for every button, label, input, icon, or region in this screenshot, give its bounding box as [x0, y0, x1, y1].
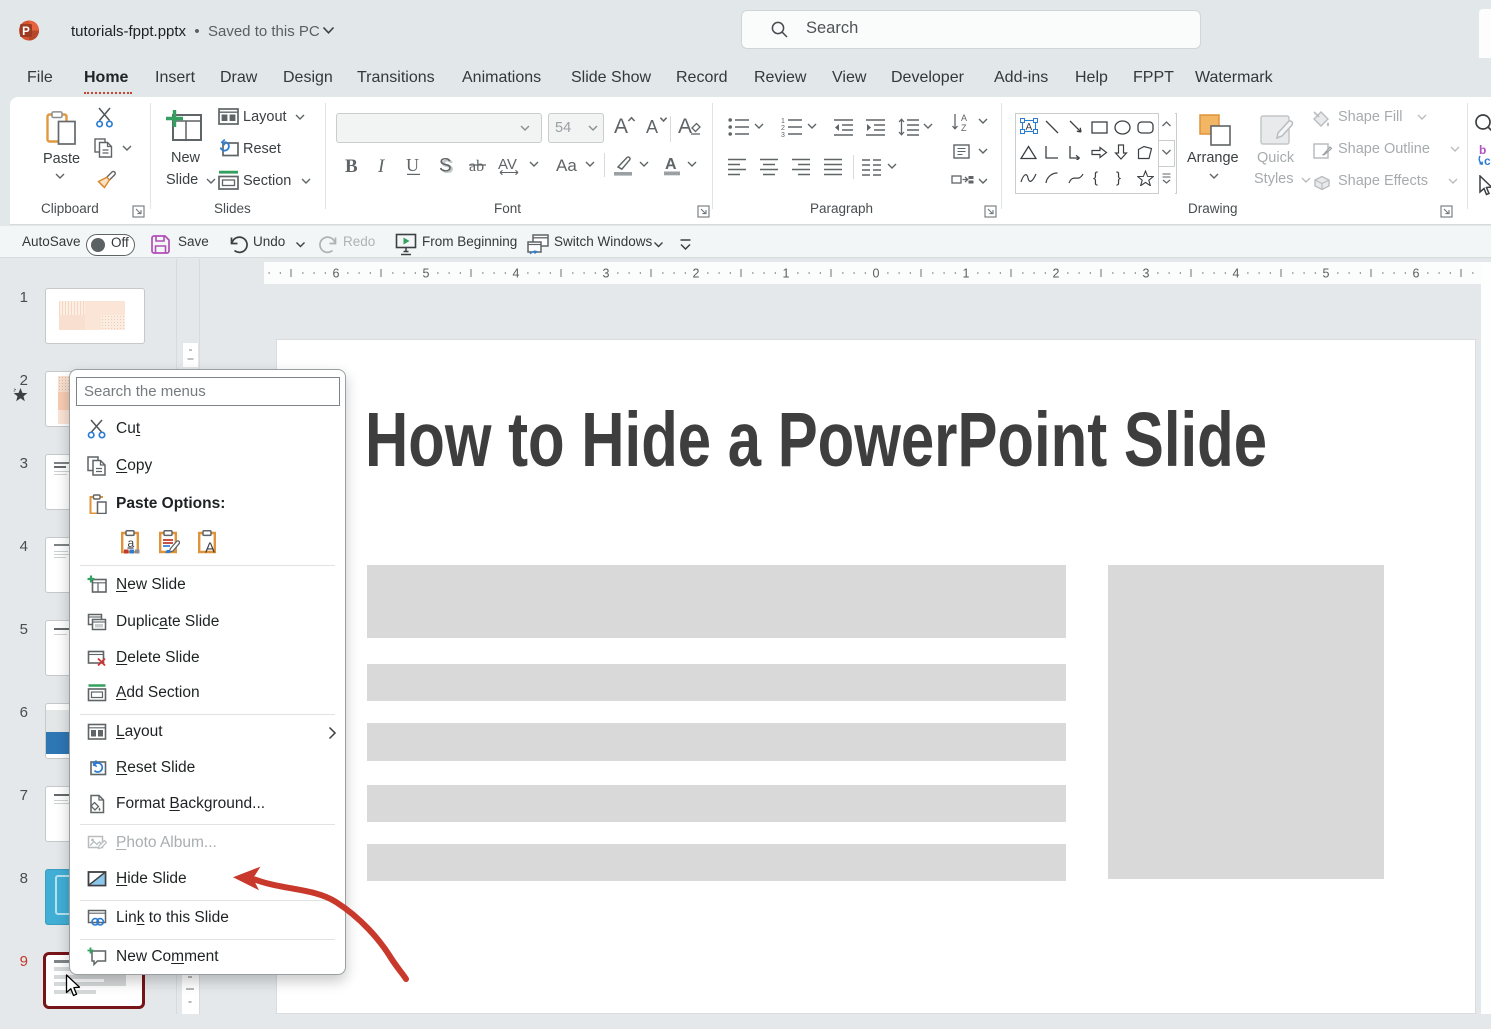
svg-text:2: 2	[1053, 267, 1060, 281]
svg-text:S: S	[439, 156, 452, 176]
svg-text:0: 0	[873, 267, 880, 281]
svg-text:Z: Z	[961, 123, 967, 132]
svg-text:A: A	[614, 115, 628, 136]
svg-text:P: P	[22, 26, 30, 38]
svg-text:A: A	[646, 117, 658, 136]
svg-text:ab: ab	[469, 158, 484, 175]
svg-text:6: 6	[1413, 267, 1420, 281]
svg-text:A: A	[678, 115, 692, 136]
svg-text:1: 1	[963, 267, 970, 281]
svg-text:3: 3	[603, 267, 610, 281]
svg-text:B: B	[345, 156, 358, 175]
svg-text:4: 4	[513, 267, 520, 281]
svg-text:AV: AV	[498, 156, 517, 173]
svg-text:2: 2	[693, 267, 700, 281]
svg-text:A: A	[665, 156, 677, 173]
svg-text:4: 4	[1233, 267, 1240, 281]
svg-text:c: c	[1484, 154, 1491, 168]
svg-text:3: 3	[781, 132, 785, 137]
svg-text:}: }	[1116, 170, 1121, 187]
svg-text:{: {	[1093, 170, 1098, 187]
svg-text:2: 2	[781, 125, 785, 132]
svg-text:A: A	[205, 540, 215, 555]
svg-text:A: A	[961, 113, 967, 123]
svg-text:1: 1	[783, 267, 790, 281]
svg-text:A: A	[1026, 122, 1033, 133]
svg-text:I: I	[378, 156, 386, 175]
svg-text:1: 1	[781, 118, 785, 125]
svg-text:U: U	[406, 155, 419, 175]
svg-text:3: 3	[1143, 267, 1150, 281]
svg-text:5: 5	[1323, 267, 1330, 281]
svg-text:Aa: Aa	[556, 156, 577, 175]
svg-text:6: 6	[333, 267, 340, 281]
svg-text:5: 5	[423, 267, 430, 281]
